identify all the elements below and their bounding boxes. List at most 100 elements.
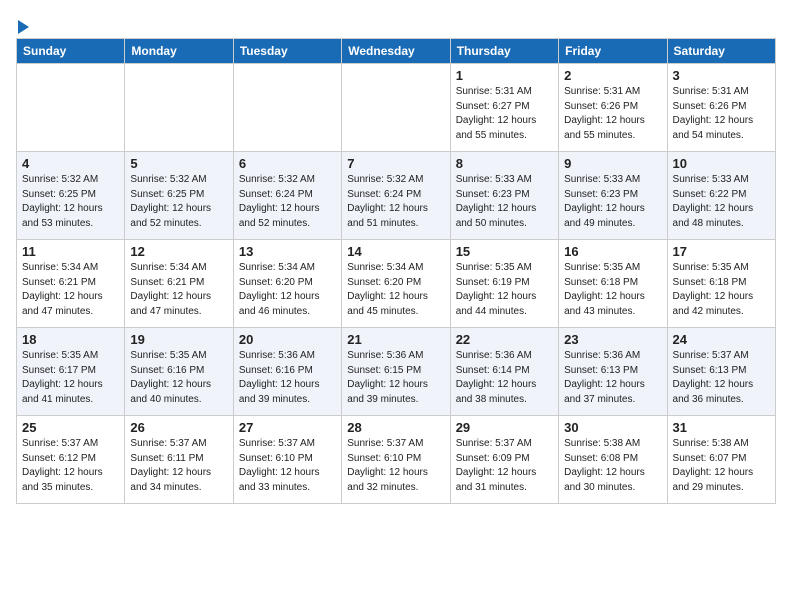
day-cell: 11 Sunrise: 5:34 AM Sunset: 6:21 PM Dayli…	[17, 240, 125, 328]
day-cell: 30 Sunrise: 5:38 AM Sunset: 6:08 PM Dayli…	[559, 416, 667, 504]
day-cell: 19Sunrise: 5:35 AM Sunset: 6:16 PM Dayli…	[125, 328, 233, 416]
day-cell: 1Sunrise: 5:31 AM Sunset: 6:27 PM Daylig…	[450, 64, 558, 152]
day-info: Sunrise: 5:35 AM Sunset: 6:17 PM Dayligh…	[22, 349, 119, 407]
day-info: Sunrise: 5:32 AM Sunset: 6:24 PM Dayligh…	[347, 173, 444, 231]
day-info: Sunrise: 5:31 AM Sunset: 6:26 PM Dayligh…	[564, 85, 661, 143]
weekday-header-wednesday: Wednesday	[342, 39, 450, 64]
day-info: Sunrise: 5:35 AM Sunset: 6:18 PM Dayligh…	[564, 261, 661, 319]
day-cell: 26Sunrise: 5:37 AM Sunset: 6:11 PM Dayli…	[125, 416, 233, 504]
day-number: 22	[456, 332, 553, 347]
day-cell: 23Sunrise: 5:36 AM Sunset: 6:13 PM Dayli…	[559, 328, 667, 416]
day-info: Sunrise: 5:37 AM Sunset: 6:10 PM Dayligh…	[347, 437, 444, 495]
day-cell: 22 Sunrise: 5:36 AM Sunset: 6:14 PM Dayli…	[450, 328, 558, 416]
day-cell: 14 Sunrise: 5:34 AM Sunset: 6:20 PM Dayli…	[342, 240, 450, 328]
day-info: Sunrise: 5:37 AM Sunset: 6:09 PM Dayligh…	[456, 437, 553, 495]
day-cell: 3 Sunrise: 5:31 AM Sunset: 6:26 PM Daylig…	[667, 64, 775, 152]
day-number: 4	[22, 156, 119, 171]
day-cell: 5 Sunrise: 5:32 AM Sunset: 6:25 PM Daylig…	[125, 152, 233, 240]
day-cell: 25 Sunrise: 5:37 AM Sunset: 6:12 PM Dayli…	[17, 416, 125, 504]
day-cell	[125, 64, 233, 152]
day-cell	[342, 64, 450, 152]
day-number: 21	[347, 332, 444, 347]
weekday-header-sunday: Sunday	[17, 39, 125, 64]
day-info: Sunrise: 5:34 AM Sunset: 6:20 PM Dayligh…	[347, 261, 444, 319]
day-number: 31	[673, 420, 770, 435]
day-number: 30	[564, 420, 661, 435]
day-cell: 28 Sunrise: 5:37 AM Sunset: 6:10 PM Dayli…	[342, 416, 450, 504]
week-row-2: 4 Sunrise: 5:32 AM Sunset: 6:25 PM Daylig…	[17, 152, 776, 240]
day-cell: 10Sunrise: 5:33 AM Sunset: 6:22 PM Dayli…	[667, 152, 775, 240]
page-header	[16, 16, 776, 34]
day-cell: 4 Sunrise: 5:32 AM Sunset: 6:25 PM Daylig…	[17, 152, 125, 240]
day-info: Sunrise: 5:34 AM Sunset: 6:21 PM Dayligh…	[22, 261, 119, 319]
day-number: 28	[347, 420, 444, 435]
day-cell: 16 Sunrise: 5:35 AM Sunset: 6:18 PM Dayli…	[559, 240, 667, 328]
day-number: 16	[564, 244, 661, 259]
day-info: Sunrise: 5:31 AM Sunset: 6:27 PM Dayligh…	[456, 85, 553, 143]
day-info: Sunrise: 5:32 AM Sunset: 6:24 PM Dayligh…	[239, 173, 336, 231]
day-number: 5	[130, 156, 227, 171]
day-info: Sunrise: 5:35 AM Sunset: 6:18 PM Dayligh…	[673, 261, 770, 319]
day-cell	[233, 64, 341, 152]
day-number: 3	[673, 68, 770, 83]
day-info: Sunrise: 5:33 AM Sunset: 6:23 PM Dayligh…	[564, 173, 661, 231]
week-row-4: 18 Sunrise: 5:35 AM Sunset: 6:17 PM Dayli…	[17, 328, 776, 416]
day-number: 12	[130, 244, 227, 259]
day-number: 14	[347, 244, 444, 259]
day-cell: 7 Sunrise: 5:32 AM Sunset: 6:24 PM Daylig…	[342, 152, 450, 240]
day-info: Sunrise: 5:33 AM Sunset: 6:23 PM Dayligh…	[456, 173, 553, 231]
week-row-5: 25 Sunrise: 5:37 AM Sunset: 6:12 PM Dayli…	[17, 416, 776, 504]
day-cell: 21 Sunrise: 5:36 AM Sunset: 6:15 PM Dayli…	[342, 328, 450, 416]
day-cell: 20Sunrise: 5:36 AM Sunset: 6:16 PM Dayli…	[233, 328, 341, 416]
weekday-header-saturday: Saturday	[667, 39, 775, 64]
day-number: 29	[456, 420, 553, 435]
day-number: 26	[130, 420, 227, 435]
day-number: 11	[22, 244, 119, 259]
day-info: Sunrise: 5:34 AM Sunset: 6:21 PM Dayligh…	[130, 261, 227, 319]
day-number: 9	[564, 156, 661, 171]
day-number: 17	[673, 244, 770, 259]
day-number: 15	[456, 244, 553, 259]
day-info: Sunrise: 5:38 AM Sunset: 6:07 PM Dayligh…	[673, 437, 770, 495]
day-number: 7	[347, 156, 444, 171]
week-row-1: 1Sunrise: 5:31 AM Sunset: 6:27 PM Daylig…	[17, 64, 776, 152]
day-cell: 27 Sunrise: 5:37 AM Sunset: 6:10 PM Dayli…	[233, 416, 341, 504]
day-number: 27	[239, 420, 336, 435]
day-cell: 13Sunrise: 5:34 AM Sunset: 6:20 PM Dayli…	[233, 240, 341, 328]
day-info: Sunrise: 5:32 AM Sunset: 6:25 PM Dayligh…	[130, 173, 227, 231]
day-cell: 17 Sunrise: 5:35 AM Sunset: 6:18 PM Dayli…	[667, 240, 775, 328]
day-number: 18	[22, 332, 119, 347]
day-number: 2	[564, 68, 661, 83]
day-cell	[17, 64, 125, 152]
day-number: 8	[456, 156, 553, 171]
day-number: 20	[239, 332, 336, 347]
day-info: Sunrise: 5:36 AM Sunset: 6:15 PM Dayligh…	[347, 349, 444, 407]
weekday-header-row: SundayMondayTuesdayWednesdayThursdayFrid…	[17, 39, 776, 64]
weekday-header-friday: Friday	[559, 39, 667, 64]
day-info: Sunrise: 5:32 AM Sunset: 6:25 PM Dayligh…	[22, 173, 119, 231]
calendar-table: SundayMondayTuesdayWednesdayThursdayFrid…	[16, 38, 776, 504]
day-number: 10	[673, 156, 770, 171]
weekday-header-monday: Monday	[125, 39, 233, 64]
week-row-3: 11 Sunrise: 5:34 AM Sunset: 6:21 PM Dayli…	[17, 240, 776, 328]
weekday-header-thursday: Thursday	[450, 39, 558, 64]
day-info: Sunrise: 5:37 AM Sunset: 6:10 PM Dayligh…	[239, 437, 336, 495]
day-info: Sunrise: 5:31 AM Sunset: 6:26 PM Dayligh…	[673, 85, 770, 143]
day-info: Sunrise: 5:37 AM Sunset: 6:13 PM Dayligh…	[673, 349, 770, 407]
day-cell: 18 Sunrise: 5:35 AM Sunset: 6:17 PM Dayli…	[17, 328, 125, 416]
day-info: Sunrise: 5:38 AM Sunset: 6:08 PM Dayligh…	[564, 437, 661, 495]
day-number: 19	[130, 332, 227, 347]
day-info: Sunrise: 5:37 AM Sunset: 6:12 PM Dayligh…	[22, 437, 119, 495]
logo	[16, 20, 29, 34]
day-cell: 24 Sunrise: 5:37 AM Sunset: 6:13 PM Dayli…	[667, 328, 775, 416]
day-number: 24	[673, 332, 770, 347]
day-number: 13	[239, 244, 336, 259]
day-number: 25	[22, 420, 119, 435]
day-cell: 31 Sunrise: 5:38 AM Sunset: 6:07 PM Dayli…	[667, 416, 775, 504]
day-cell: 12 Sunrise: 5:34 AM Sunset: 6:21 PM Dayli…	[125, 240, 233, 328]
day-cell: 29 Sunrise: 5:37 AM Sunset: 6:09 PM Dayli…	[450, 416, 558, 504]
day-info: Sunrise: 5:36 AM Sunset: 6:14 PM Dayligh…	[456, 349, 553, 407]
logo-arrow-icon	[18, 20, 29, 34]
day-cell: 2 Sunrise: 5:31 AM Sunset: 6:26 PM Daylig…	[559, 64, 667, 152]
weekday-header-tuesday: Tuesday	[233, 39, 341, 64]
